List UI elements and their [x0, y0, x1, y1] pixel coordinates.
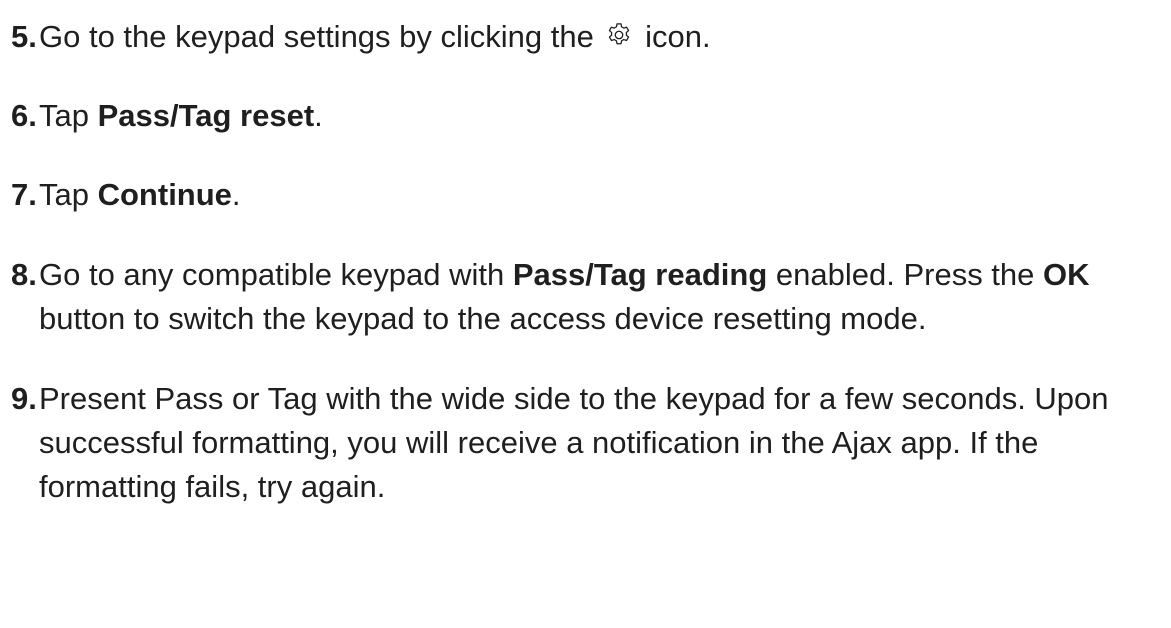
step-text: button to switch the keypad to the acces…	[39, 301, 927, 336]
step-number: 6.	[11, 98, 37, 133]
step-7: 7. Tap Continue.	[0, 173, 1125, 217]
step-text: icon.	[645, 19, 711, 54]
step-8: 8. Go to any compatible keypad with Pass…	[0, 253, 1125, 341]
step-text: .	[314, 98, 323, 133]
step-text: Present Pass or Tag with the wide side t…	[39, 381, 1109, 504]
step-5: 5. Go to the keypad settings by clicking…	[0, 15, 1125, 59]
step-text: Tap	[39, 98, 98, 133]
step-text: Go to any compatible keypad with	[39, 257, 513, 292]
gear-icon	[605, 21, 633, 49]
button-name: Continue	[97, 177, 232, 212]
button-name: OK	[1043, 257, 1090, 292]
step-text: enabled. Press the	[767, 257, 1044, 292]
step-text: Go to the keypad settings by clicking th…	[39, 19, 594, 54]
setting-name: Pass/Tag reading	[512, 257, 768, 292]
step-number: 5.	[11, 19, 37, 54]
step-number: 7.	[11, 177, 37, 212]
setting-name: Pass/Tag reset	[97, 98, 315, 133]
step-text: .	[231, 177, 241, 212]
step-9: 9. Present Pass or Tag with the wide sid…	[0, 377, 1125, 509]
step-number: 9.	[11, 381, 37, 416]
step-6: 6. Tap Pass/Tag reset.	[0, 94, 1125, 138]
instruction-steps: 5. Go to the keypad settings by clicking…	[0, 15, 1171, 509]
step-text: Tap	[39, 177, 98, 212]
step-number: 8.	[11, 257, 37, 292]
